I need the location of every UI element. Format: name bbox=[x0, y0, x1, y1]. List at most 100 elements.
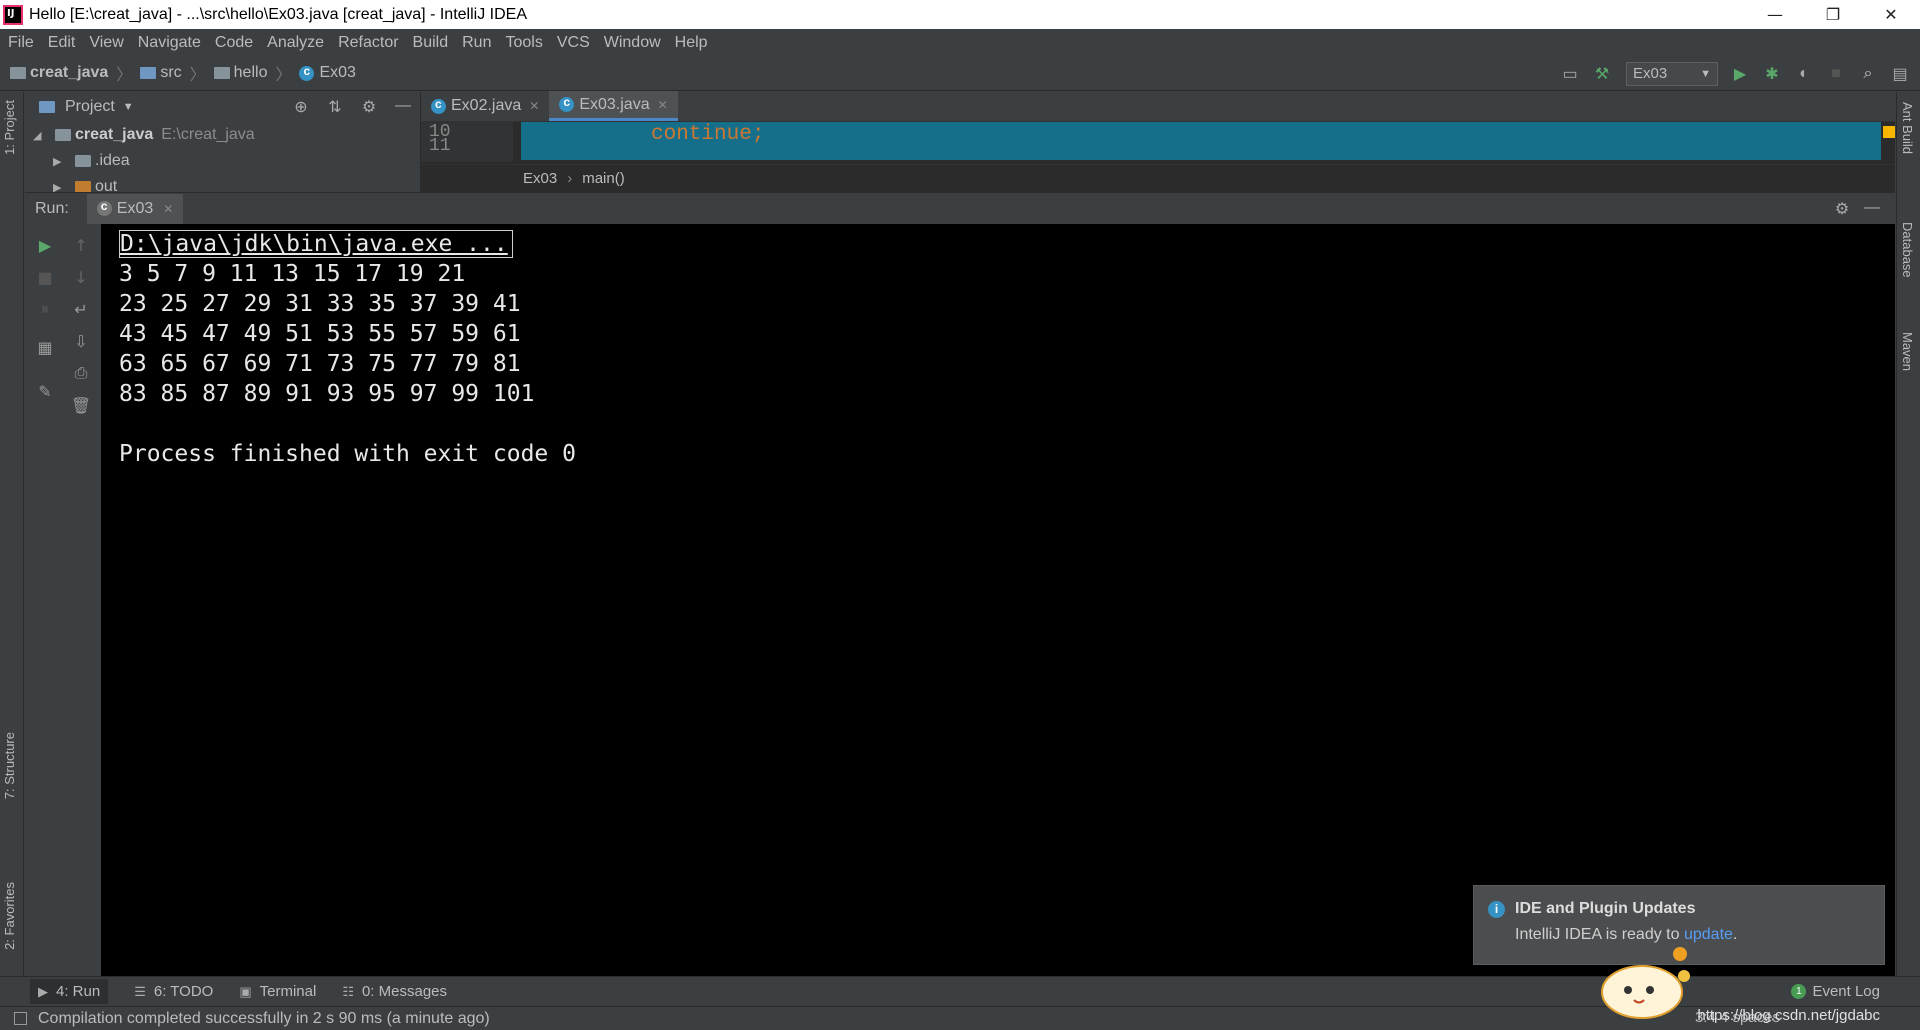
chevron-down-icon: ▼ bbox=[1700, 67, 1711, 80]
menu-build[interactable]: Build bbox=[413, 34, 449, 52]
tool-tab-favorites[interactable]: 2: Favorites bbox=[2, 882, 17, 950]
chevron-down-icon[interactable]: ▼ bbox=[123, 101, 134, 113]
console-exit-line: Process finished with exit code 0 bbox=[119, 441, 576, 467]
run-config-label: Ex03 bbox=[1633, 65, 1668, 82]
breadcrumb-package[interactable]: hello bbox=[234, 64, 268, 82]
menu-analyze[interactable]: Analyze bbox=[267, 34, 324, 52]
project-tool-icon[interactable]: ▤ bbox=[1890, 64, 1910, 84]
build-hammer-icon[interactable]: ⚒ bbox=[1592, 64, 1612, 84]
hide-icon[interactable]: — bbox=[386, 97, 420, 117]
restore-button[interactable]: ❐ bbox=[1804, 0, 1862, 29]
close-icon[interactable]: ✕ bbox=[163, 202, 173, 216]
collapse-arrow-icon[interactable]: ▶ bbox=[53, 155, 69, 168]
rerun-icon[interactable]: ▶ bbox=[34, 234, 56, 256]
tool-windows-toggle-icon[interactable] bbox=[14, 1012, 27, 1025]
menu-tools[interactable]: Tools bbox=[505, 34, 542, 52]
tool-tab-messages[interactable]: ☷ 0: Messages bbox=[342, 983, 447, 1000]
console-line: 83 85 87 89 91 93 95 97 99 101 bbox=[119, 381, 535, 407]
run-panel-header: Run: Ex03 ✕ ⚙ — bbox=[25, 192, 1895, 224]
tree-item-label: out bbox=[95, 178, 118, 192]
tool-tab-project[interactable]: 1: Project bbox=[2, 100, 17, 155]
pin-icon[interactable]: ✎ bbox=[34, 380, 56, 402]
menu-edit[interactable]: Edit bbox=[48, 34, 76, 52]
code-breadcrumb-class[interactable]: Ex03 bbox=[523, 170, 557, 187]
run-icon[interactable]: ▶ bbox=[1730, 64, 1750, 84]
soft-wrap-icon[interactable]: ↵ bbox=[70, 298, 92, 320]
debug-icon[interactable]: ✱ bbox=[1762, 64, 1782, 84]
run-tab-ex03[interactable]: Ex03 ✕ bbox=[86, 193, 184, 224]
project-structure-icon[interactable]: ▭ bbox=[1560, 64, 1580, 84]
menu-file[interactable]: File bbox=[8, 34, 34, 52]
tool-tab-terminal[interactable]: ▣ Terminal bbox=[239, 983, 316, 1000]
trash-icon[interactable]: 🗑 bbox=[70, 394, 92, 416]
mascot-sticker bbox=[1601, 947, 1690, 1019]
console-line: 3 5 7 9 11 13 15 17 19 21 bbox=[119, 261, 466, 287]
hide-icon[interactable]: — bbox=[1857, 199, 1887, 219]
menu-refactor[interactable]: Refactor bbox=[338, 34, 398, 52]
console-line: 43 45 47 49 51 53 55 57 59 61 bbox=[119, 321, 521, 347]
line-number: 11 bbox=[429, 136, 451, 156]
run-toolbar: ▶ ↑ ■ ↓ ⏸ ↵ ⇩ ▦ ⎙ ✎ 🗑 bbox=[25, 224, 101, 976]
menu-code[interactable]: Code bbox=[215, 34, 253, 52]
menu-run[interactable]: Run bbox=[462, 34, 491, 52]
todo-icon: ☰ bbox=[134, 983, 146, 999]
close-icon[interactable]: ✕ bbox=[529, 99, 539, 113]
tool-tab-run[interactable]: ▶ 4: Run bbox=[30, 979, 109, 1004]
tool-tab-maven[interactable]: Maven bbox=[1900, 332, 1915, 371]
collapse-arrow-icon[interactable]: ▶ bbox=[53, 181, 69, 193]
tab-ex03[interactable]: Ex03.java ✕ bbox=[549, 91, 678, 121]
pause-icon[interactable]: ⏸ bbox=[34, 298, 56, 320]
run-config-select[interactable]: Ex03 ▼ bbox=[1626, 61, 1718, 86]
print-icon[interactable]: ⎙ bbox=[70, 362, 92, 384]
breadcrumb-file[interactable]: Ex03 bbox=[319, 64, 355, 82]
gear-icon[interactable]: ⚙ bbox=[352, 97, 386, 117]
breadcrumb-src[interactable]: src bbox=[160, 64, 181, 82]
close-button[interactable]: ✕ bbox=[1862, 0, 1920, 29]
terminal-icon: ▣ bbox=[239, 983, 252, 999]
tab-ex02[interactable]: Ex02.java ✕ bbox=[421, 91, 549, 121]
console-command[interactable]: D:\java\jdk\bin\java.exe ... bbox=[119, 230, 513, 258]
title-bar: Hello [E:\creat_java] - ...\src\hello\Ex… bbox=[0, 0, 1920, 29]
stop-icon[interactable]: ■ bbox=[1826, 64, 1846, 84]
tree-item[interactable]: ▶ out bbox=[25, 174, 420, 192]
console-command-line[interactable]: D:\java\jdk\bin\java.exe ... bbox=[101, 229, 1895, 259]
menu-navigate[interactable]: Navigate bbox=[138, 34, 201, 52]
tool-tab-todo[interactable]: ☰ 6: TODO bbox=[134, 983, 213, 1000]
collapse-all-icon[interactable]: ⇅ bbox=[318, 97, 352, 117]
gear-icon[interactable]: ⚙ bbox=[1827, 199, 1857, 219]
search-icon[interactable]: ⌕ bbox=[1858, 64, 1878, 84]
breadcrumb-project[interactable]: creat_java bbox=[30, 64, 108, 82]
scroll-to-end-icon[interactable]: ⇩ bbox=[70, 330, 92, 352]
tool-tab-ant-build[interactable]: Ant Build bbox=[1900, 102, 1915, 154]
coverage-icon[interactable]: ◐ bbox=[1794, 64, 1814, 84]
tree-item[interactable]: ▶ .idea bbox=[25, 148, 420, 174]
minimize-button[interactable]: — bbox=[1746, 0, 1804, 29]
tool-tab-structure[interactable]: 7: Structure bbox=[2, 732, 17, 799]
event-log-button[interactable]: 1 Event Log bbox=[1791, 983, 1880, 1000]
code-breadcrumb-method[interactable]: main() bbox=[582, 170, 625, 187]
code-view[interactable]: 10 11 continue; bbox=[421, 122, 1895, 162]
layout-icon[interactable]: ▦ bbox=[34, 336, 56, 358]
warning-marker[interactable] bbox=[1883, 126, 1895, 138]
breadcrumb-separator: › bbox=[567, 170, 573, 187]
locate-icon[interactable]: ⊕ bbox=[284, 97, 318, 117]
java-class-icon bbox=[559, 95, 575, 112]
menu-help[interactable]: Help bbox=[675, 34, 708, 52]
watermark-text: https://blog.csdn.net/jgdabc bbox=[1697, 1007, 1880, 1024]
stop-icon[interactable]: ■ bbox=[34, 266, 56, 288]
menu-view[interactable]: View bbox=[89, 34, 123, 52]
menu-window[interactable]: Window bbox=[604, 34, 661, 52]
event-count-badge: 1 bbox=[1791, 984, 1807, 999]
up-arrow-icon[interactable]: ↑ bbox=[70, 234, 92, 256]
down-arrow-icon[interactable]: ↓ bbox=[70, 266, 92, 288]
tool-tab-database[interactable]: Database bbox=[1900, 222, 1915, 278]
folder-icon bbox=[75, 181, 91, 192]
expand-arrow-icon[interactable]: ◢ bbox=[33, 129, 49, 142]
menu-vcs[interactable]: VCS bbox=[557, 34, 590, 52]
code-line[interactable]: continue; bbox=[521, 122, 1881, 160]
tree-root[interactable]: ◢ creat_java E:\creat_java bbox=[25, 122, 420, 148]
close-icon[interactable]: ✕ bbox=[658, 98, 668, 112]
project-panel-title[interactable]: Project bbox=[65, 98, 115, 116]
tree-item-label: .idea bbox=[95, 152, 130, 169]
console-output[interactable]: D:\java\jdk\bin\java.exe ... 3 5 7 9 11 … bbox=[101, 224, 1895, 976]
